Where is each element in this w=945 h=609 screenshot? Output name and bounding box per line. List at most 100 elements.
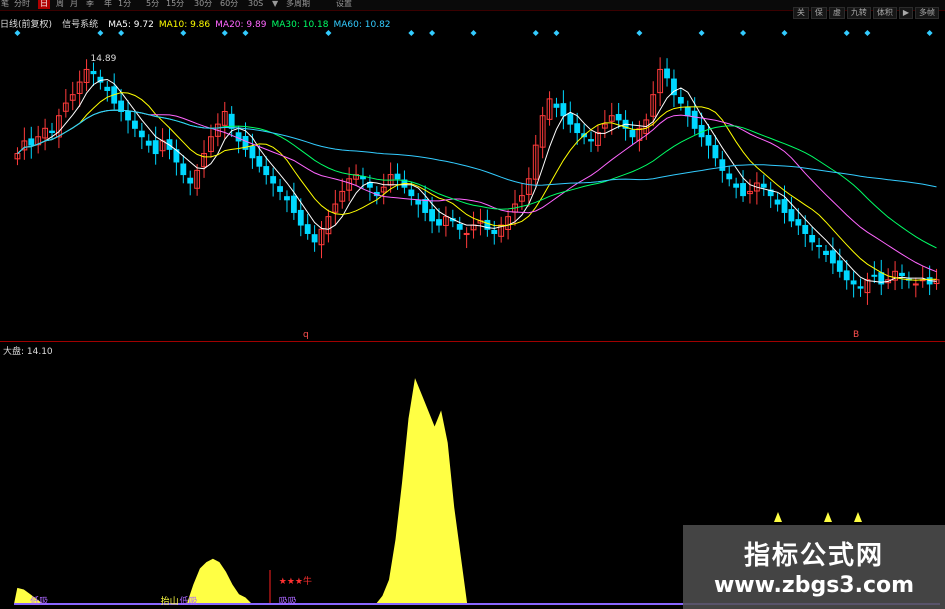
signal-diamond <box>532 30 539 36</box>
watermark-title: 指标公式网 <box>743 541 884 571</box>
signal-diamond <box>553 30 560 36</box>
candle-body <box>145 140 152 146</box>
period-tab[interactable]: 笔 <box>1 0 9 9</box>
candle-body <box>664 68 670 79</box>
signal-label: 低吸 <box>179 597 198 607</box>
candle-body <box>415 199 422 205</box>
signal-diamond <box>180 30 187 36</box>
signal-diamond <box>242 30 249 36</box>
period-tab[interactable]: 5分 <box>146 0 159 9</box>
candle-body <box>733 183 740 188</box>
period-tab[interactable]: 60分 <box>220 0 238 9</box>
candle-body <box>850 280 857 285</box>
signal-diamond <box>325 30 332 36</box>
candle-body <box>429 209 436 222</box>
period-tab[interactable]: 周 <box>56 0 64 9</box>
candle-body <box>843 270 850 281</box>
sub-indicator-label: 大盘: 14.10 <box>3 347 53 357</box>
candle-body <box>491 229 498 234</box>
signal-diamond <box>698 30 705 36</box>
candle-body <box>677 97 684 104</box>
candle-body <box>394 173 401 180</box>
candle-body <box>436 219 442 226</box>
candle-body <box>138 130 145 138</box>
period-tab[interactable]: 15分 <box>166 0 184 9</box>
high-price-label: 14.89 <box>91 54 117 64</box>
period-tab[interactable]: 分时 <box>14 0 30 9</box>
candle-body <box>187 177 194 184</box>
candle-body <box>691 110 698 129</box>
signal-diamond <box>408 30 415 36</box>
period-tab[interactable]: 日 <box>38 0 50 9</box>
candle-body <box>788 209 795 222</box>
period-tab[interactable]: ▼ <box>272 0 278 9</box>
period-tab[interactable]: 年 <box>104 0 112 9</box>
candle-body <box>684 107 691 117</box>
marker-label: B <box>853 330 859 340</box>
candle-body <box>781 199 788 213</box>
candle-body <box>180 163 187 176</box>
candle-body <box>760 183 767 188</box>
candle-body <box>857 286 864 289</box>
indicator-info-bar: 日线(前复权) 信号系统 MA5: 9.72 MA10: 9.86 MA20: 9.… <box>0 12 945 30</box>
period-tab[interactable]: 设置 <box>336 0 352 9</box>
candle-body <box>795 219 802 226</box>
period-tab[interactable]: 30分 <box>194 0 212 9</box>
ma10-line <box>17 92 937 281</box>
candle-body <box>836 260 843 272</box>
candle-body <box>235 132 242 142</box>
signal-diamond <box>97 30 104 36</box>
signal-diamond <box>118 30 125 36</box>
candle-body <box>125 110 131 121</box>
candle-body <box>823 250 829 255</box>
period-tab[interactable]: 季 <box>86 0 94 9</box>
signal-diamond <box>221 30 228 36</box>
candle-body <box>297 209 304 226</box>
candle-body <box>422 199 429 213</box>
watermark-url: www.zbgs3.com <box>713 573 915 598</box>
candle-body <box>705 135 712 146</box>
signal-diamond <box>636 30 643 36</box>
candle-body <box>277 186 283 192</box>
signal-label: 吸吸 <box>278 597 297 607</box>
signal-label: 低吸 <box>30 597 49 607</box>
candle-body <box>615 113 622 121</box>
right-toolbar: 关保虚九转 体积 ▶ 多帧 <box>791 0 939 19</box>
watermark: 指标公式网 www.zbgs3.com <box>683 525 945 609</box>
candle-body <box>553 103 560 108</box>
indicator-spike <box>824 512 832 522</box>
candle-body <box>263 166 270 176</box>
candle-body <box>311 234 318 243</box>
candle-body <box>249 146 256 159</box>
candle-body <box>567 113 574 125</box>
candle-body <box>152 140 159 155</box>
candle-body <box>774 199 781 205</box>
signal-diamond <box>843 30 850 36</box>
candle-body <box>588 139 594 142</box>
candle-body <box>104 86 111 91</box>
candle-body <box>829 250 836 264</box>
candle-body <box>871 274 878 277</box>
ma5-line <box>17 78 937 283</box>
signal-label: ★★★牛 <box>278 577 312 587</box>
signal-diamond <box>926 30 933 36</box>
indicator-spike <box>854 512 862 522</box>
candle-body <box>719 159 726 171</box>
period-tab[interactable]: 1分 <box>118 0 131 9</box>
candle-body <box>629 129 636 138</box>
candle-body <box>456 223 463 230</box>
signal-diamond <box>14 30 21 36</box>
candle-body <box>256 156 263 167</box>
candle-body <box>809 234 816 243</box>
candle-body <box>49 130 55 134</box>
candle-body <box>726 173 733 180</box>
period-tab[interactable]: 30S <box>248 0 263 9</box>
signal-label: 抬山 <box>160 597 179 607</box>
candle-body <box>28 138 35 146</box>
candle-body <box>90 70 97 75</box>
candle-body <box>304 224 311 234</box>
period-tab[interactable]: 月 <box>70 0 78 9</box>
period-tab[interactable]: 多周期 <box>286 0 310 9</box>
candle-body <box>816 245 822 248</box>
main-candlestick-chart[interactable]: 14.89 q B <box>0 26 945 341</box>
